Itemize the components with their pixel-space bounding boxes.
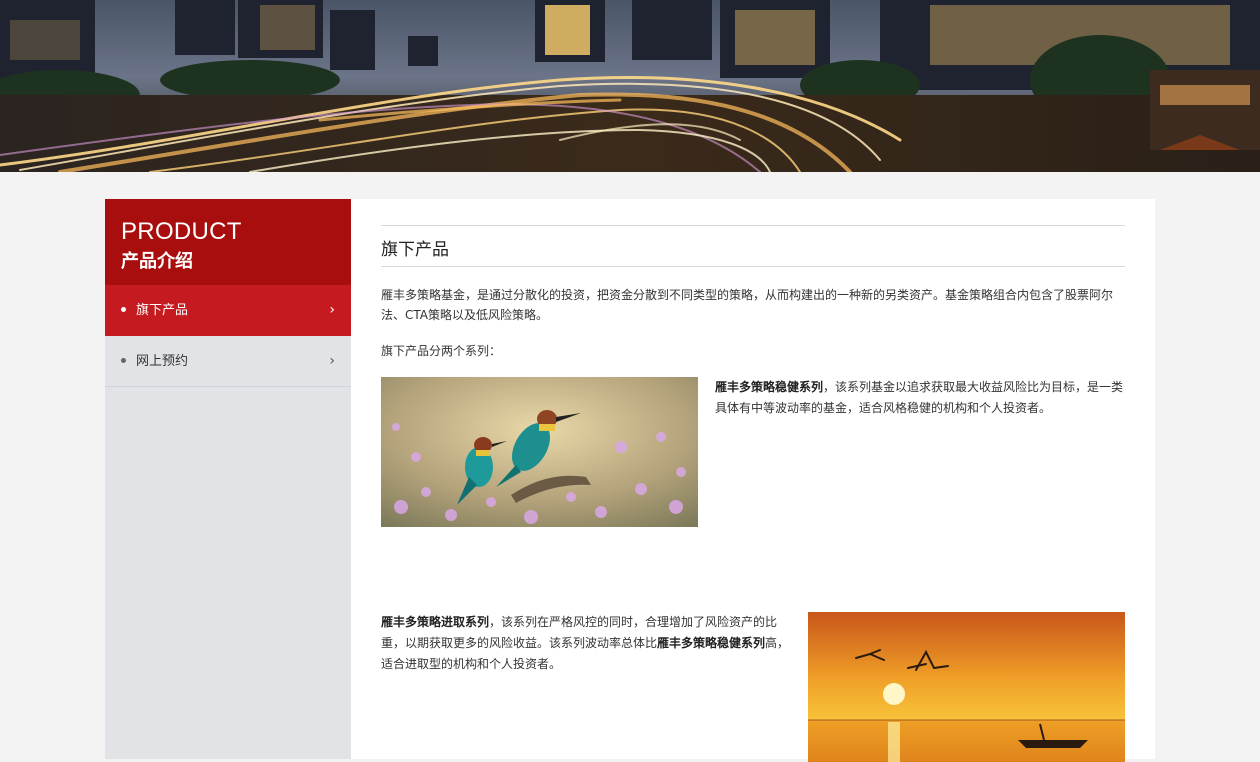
divider: [381, 266, 1125, 267]
chevron-right-icon: ›: [329, 353, 335, 369]
series-aggressive-description: 雁丰多策略进取系列，该系列在严格风控的同时，合理增加了风险资产的比重，以期获取更…: [381, 612, 796, 675]
main-content: 旗下产品 雁丰多策略基金，是通过分散化的投资，把资金分散到不同类型的策略，从而构…: [351, 199, 1155, 762]
page-title: 旗下产品: [381, 240, 449, 260]
divider: [381, 225, 1125, 226]
bullet-icon: [121, 307, 126, 312]
header-banner: [0, 0, 1260, 172]
sidebar-title-en: PRODUCT: [121, 218, 242, 245]
series-intro: 旗下产品分两个系列：: [381, 344, 502, 358]
sidebar: PRODUCT 产品介绍 旗下产品 › 网上预约 ›: [105, 199, 351, 759]
series-stable-name: 雁丰多策略稳健系列: [715, 380, 824, 394]
intro-paragraph: 雁丰多策略基金，是通过分散化的投资，把资金分散到不同类型的策略，从而构建出的一种…: [381, 288, 1114, 322]
bullet-icon: [121, 358, 126, 363]
sidebar-header: PRODUCT 产品介绍: [105, 199, 351, 285]
series-stable-description: 雁丰多策略稳健系列，该系列基金以追求获取最大收益风险比为目标，是一类具体有中等波…: [715, 377, 1125, 419]
sidebar-item-label: 网上预约: [136, 354, 189, 369]
series-aggressive-name: 雁丰多策略进取系列: [381, 615, 490, 629]
sidebar-title-cn: 产品介绍: [121, 251, 193, 272]
sidebar-item-label: 旗下产品: [136, 303, 189, 318]
series-stable-reference: 雁丰多策略稳健系列: [657, 636, 766, 650]
city-night-banner-image: [0, 0, 1260, 172]
chevron-right-icon: ›: [329, 302, 335, 318]
sidebar-item-products[interactable]: 旗下产品 ›: [105, 285, 351, 336]
sunset-cranes-photo: [808, 612, 1125, 762]
sidebar-item-online-booking[interactable]: 网上预约 ›: [105, 336, 351, 387]
birds-on-flowers-photo: [381, 377, 698, 527]
